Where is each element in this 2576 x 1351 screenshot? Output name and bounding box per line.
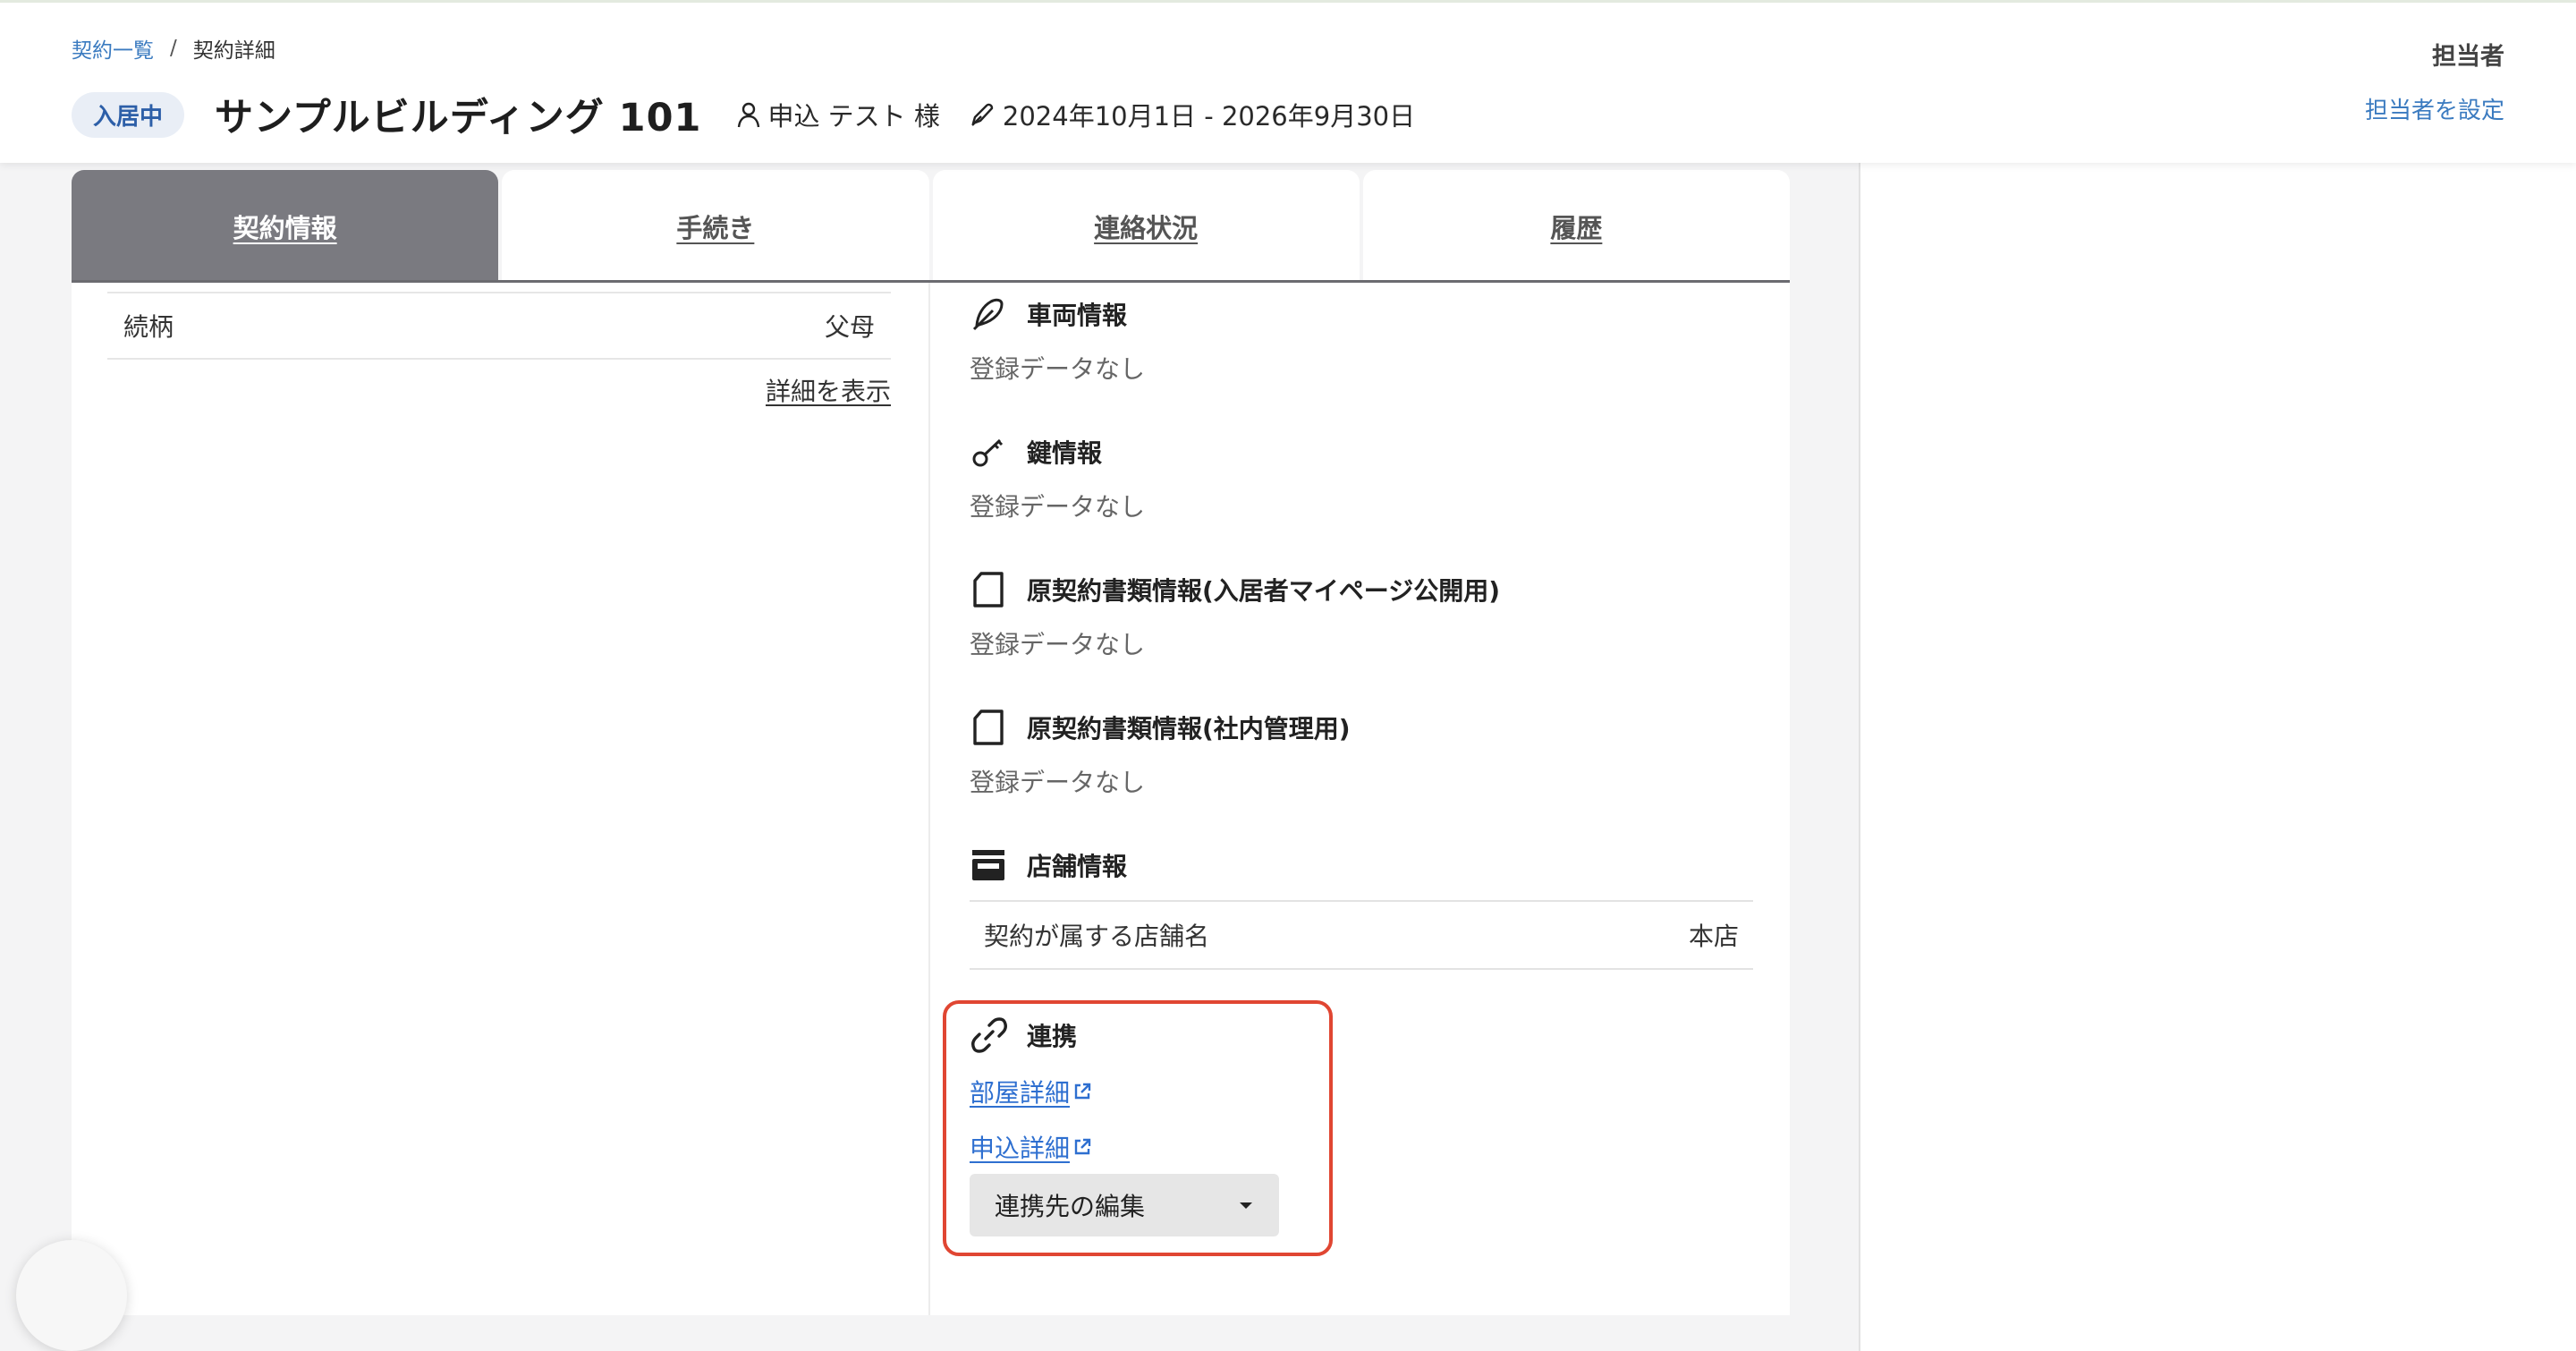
chat-launcher-button[interactable] xyxy=(16,1240,127,1351)
store-section: 店舗情報 xyxy=(970,843,1753,888)
tab-contract-info[interactable]: 契約情報 xyxy=(72,170,499,282)
tab-procedures[interactable]: 手続き xyxy=(502,170,929,282)
relation-row: 続柄 父母 xyxy=(107,292,891,360)
store-row-value: 本店 xyxy=(1688,922,1739,951)
contract-docs-public-section: 原契約書類情報(入居者マイページ公開用) 登録データなし xyxy=(970,567,1753,661)
breadcrumb: 契約一覧 / 契約詳細 xyxy=(72,33,275,64)
contract-info-panel: 続柄 父母 詳細を表示 車両情報 登録データなし 鍵情報 登録データなし 原契約… xyxy=(72,283,1790,1315)
feather-icon xyxy=(970,292,1014,336)
store-section-title: 店舗情報 xyxy=(1027,852,1128,881)
breadcrumb-current: 契約詳細 xyxy=(192,39,275,63)
page-header: 契約一覧 / 契約詳細 入居中 サンプルビルディング 101 申込 テスト 様 … xyxy=(0,0,2576,163)
key-section: 鍵情報 登録データなし xyxy=(970,429,1753,523)
caret-down-icon xyxy=(1240,1202,1252,1209)
tab-history[interactable]: 履歴 xyxy=(1362,170,1790,282)
key-empty-text: 登録データなし xyxy=(970,492,1146,522)
contract-docs-public-title: 原契約書類情報(入居者マイページ公開用) xyxy=(1027,576,1501,606)
vehicle-section: 車両情報 登録データなし xyxy=(970,292,1753,386)
show-detail-link[interactable]: 詳細を表示 xyxy=(766,372,891,408)
relation-label: 続柄 xyxy=(123,312,174,342)
document-icon xyxy=(970,705,1014,750)
room-detail-link[interactable]: 部屋詳細 xyxy=(970,1074,1092,1109)
breadcrumb-contract-list-link[interactable]: 契約一覧 xyxy=(72,33,154,64)
integration-section-title: 連携 xyxy=(1027,1022,1078,1051)
key-section-title: 鍵情報 xyxy=(1027,438,1103,468)
contract-docs-internal-section: 原契約書類情報(社内管理用) 登録データなし xyxy=(970,705,1753,799)
integration-section: 連携 部屋詳細 申込詳細 xyxy=(970,1013,1753,1165)
side-panel xyxy=(1859,163,2576,1351)
tab-bar: 契約情報 手続き 連絡状況 履歴 xyxy=(72,170,1790,282)
room-detail-link-label: 部屋詳細 xyxy=(970,1078,1071,1108)
vehicle-empty-text: 登録データなし xyxy=(970,354,1146,384)
page-title: サンプルビルディング 101 xyxy=(215,96,702,140)
contract-docs-internal-empty: 登録データなし xyxy=(970,768,1146,797)
app-root: 契約一覧 / 契約詳細 入居中 サンプルビルディング 101 申込 テスト 様 … xyxy=(0,0,2576,1351)
applicant-name: 申込 テスト 様 xyxy=(767,101,940,132)
external-link-icon xyxy=(1074,1138,1091,1155)
title-row: 入居中 サンプルビルディング 101 申込 テスト 様 2024年10月1日 -… xyxy=(72,91,1444,140)
application-detail-link[interactable]: 申込詳細 xyxy=(970,1129,1092,1165)
contract-docs-public-empty: 登録データなし xyxy=(970,630,1146,659)
set-assignee-link[interactable]: 担当者を設定 xyxy=(2365,92,2504,125)
store-row: 契約が属する店舗名 本店 xyxy=(970,900,1753,970)
store-icon xyxy=(970,843,1014,888)
document-icon xyxy=(970,567,1014,612)
person-icon xyxy=(738,102,760,128)
column-divider xyxy=(928,283,930,1315)
application-detail-link-label: 申込詳細 xyxy=(970,1134,1071,1163)
tab-contact-status[interactable]: 連絡状況 xyxy=(932,170,1360,282)
vehicle-section-title: 車両情報 xyxy=(1027,301,1128,330)
pen-icon xyxy=(971,103,994,126)
assignee-label: 担当者 xyxy=(2432,43,2504,71)
external-link-icon xyxy=(1074,1083,1091,1100)
contract-period-text: 2024年10月1日 - 2026年9月30日 xyxy=(1002,101,1416,132)
key-icon xyxy=(970,429,1014,474)
applicant-info: 申込 テスト 様 xyxy=(737,96,940,133)
edit-integration-dropdown[interactable]: 連携先の編集 xyxy=(970,1174,1279,1236)
store-row-label: 契約が属する店舗名 xyxy=(984,922,1210,951)
contract-period: 2024年10月1日 - 2026年9月30日 xyxy=(969,96,1415,133)
breadcrumb-separator: / xyxy=(170,37,177,60)
status-badge: 入居中 xyxy=(72,91,185,138)
edit-integration-label: 連携先の編集 xyxy=(995,1192,1146,1221)
contract-docs-internal-title: 原契約書類情報(社内管理用) xyxy=(1027,714,1351,743)
relation-value: 父母 xyxy=(824,312,875,342)
link-icon xyxy=(970,1013,1014,1058)
